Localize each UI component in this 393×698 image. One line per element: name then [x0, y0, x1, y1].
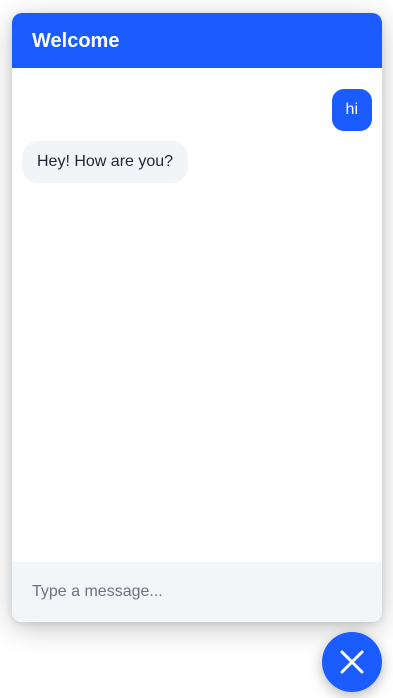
message-composer: [12, 562, 382, 622]
chat-header: Welcome: [12, 13, 382, 68]
message-list: hi Hey! How are you?: [12, 68, 382, 562]
close-icon: [340, 650, 364, 674]
close-chat-button[interactable]: [322, 632, 382, 692]
chat-title: Welcome: [32, 30, 120, 52]
chat-window: Welcome hi Hey! How are you?: [12, 13, 382, 622]
message-input[interactable]: [12, 562, 382, 622]
user-message-bubble: hi: [331, 89, 372, 131]
bot-message-bubble: Hey! How are you?: [22, 141, 189, 183]
